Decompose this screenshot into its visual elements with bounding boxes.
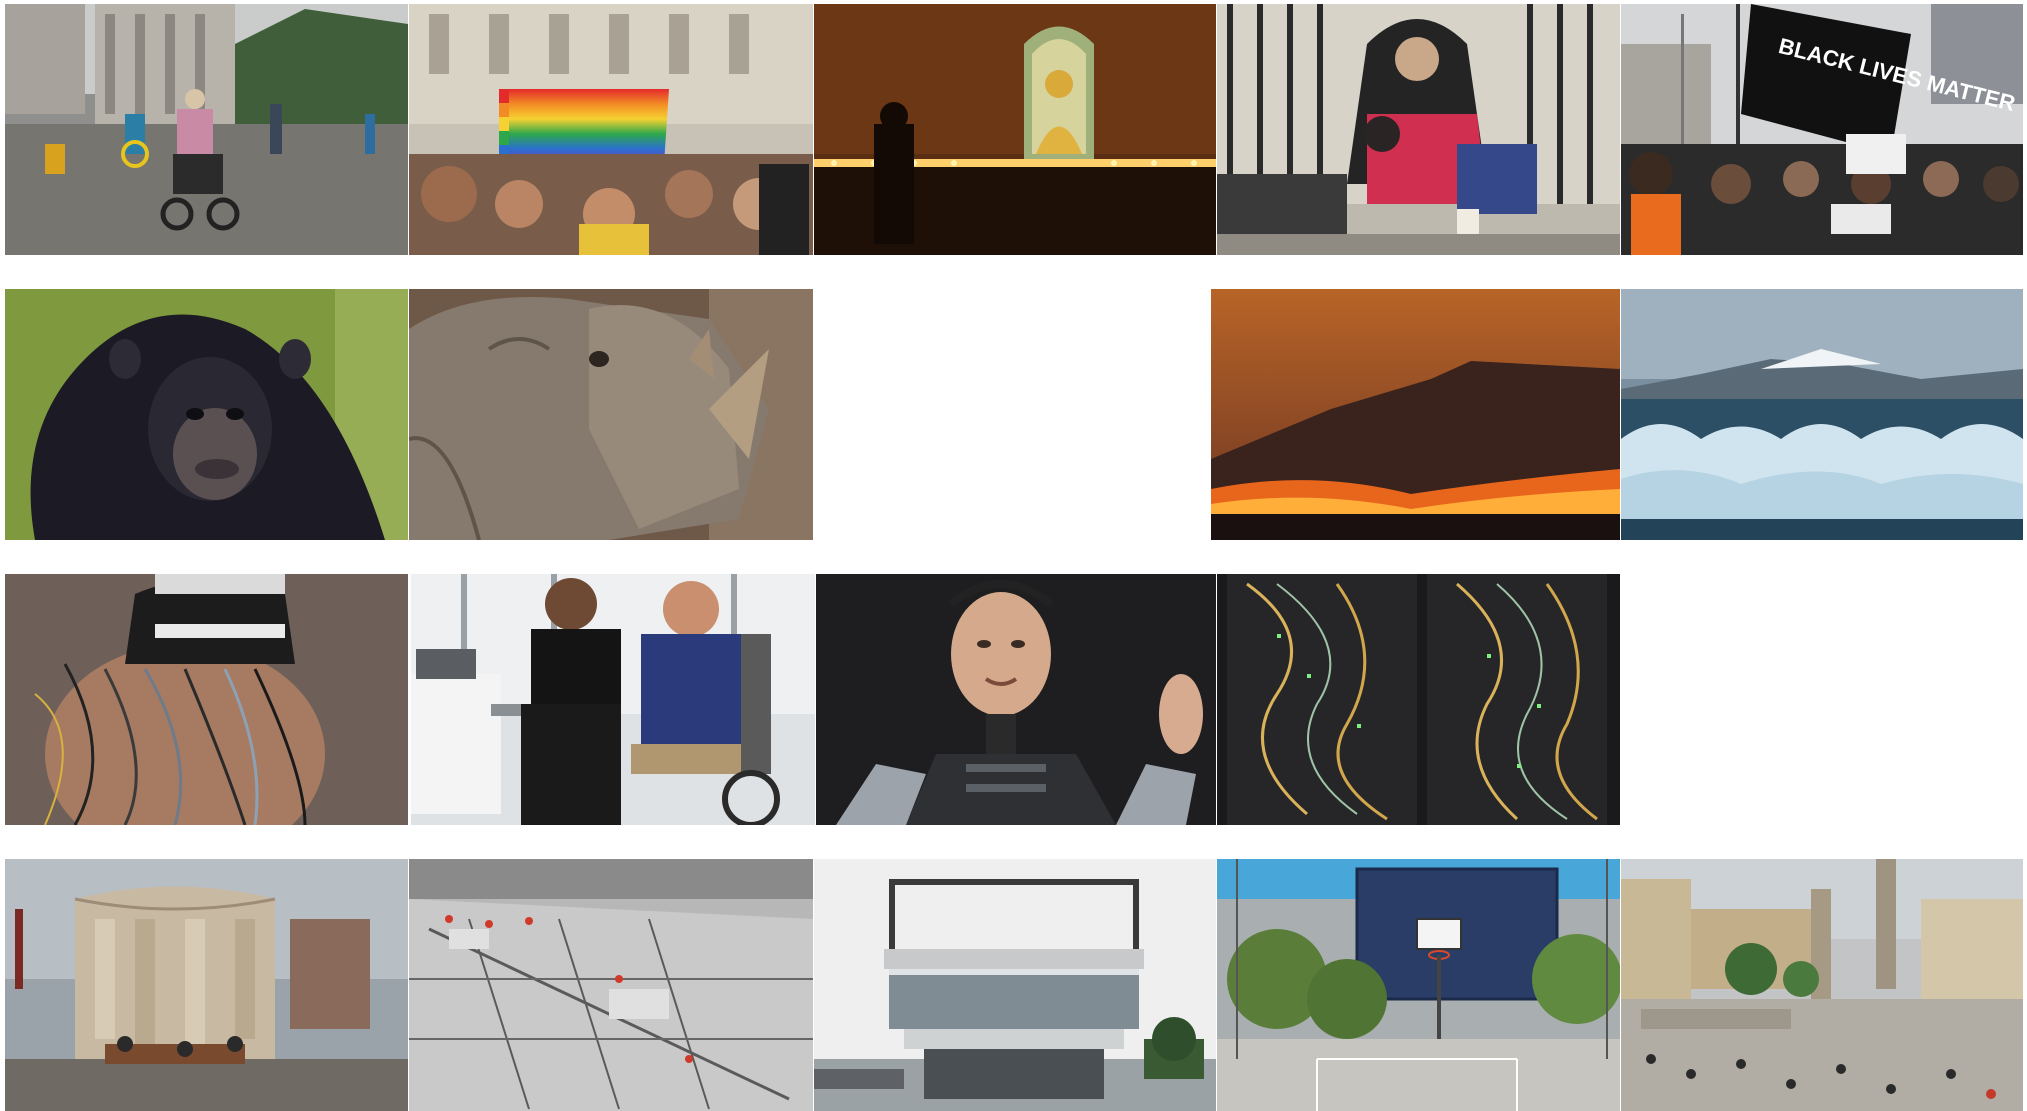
server-racks-photo-icon (1217, 574, 1620, 825)
wildfire-mountain-photo-icon (1211, 289, 1620, 540)
blm-protest-photo-icon: BLACK LIVES MATTER (1621, 4, 2023, 255)
gallery-tile-basketball-court[interactable] (1217, 859, 1620, 1111)
gallery-tile-humanoid-robot[interactable] (816, 574, 1216, 825)
image-gallery-grid: BLACK LIVES MATTER (0, 0, 2027, 1111)
gallery-tile-modern-building[interactable] (814, 859, 1216, 1111)
gallery-tile-buddha-shrine[interactable] (814, 4, 1216, 255)
gallery-tile-pride-crowd[interactable] (409, 4, 813, 255)
gallery-tile-homeless-dog[interactable] (1217, 4, 1620, 255)
chimpanzee-photo-icon (5, 289, 408, 540)
rhino-photo-icon (409, 289, 813, 540)
gallery-tile-trafalgar-square[interactable] (1621, 859, 2023, 1111)
gallery-tile-blm-protest[interactable]: BLACK LIVES MATTER (1621, 4, 2023, 255)
basketball-court-photo-icon (1217, 859, 1620, 1111)
pride-crowd-photo-icon (409, 4, 813, 255)
construction-aerial-photo-icon (409, 859, 813, 1111)
homeless-dog-photo-icon (1217, 4, 1620, 255)
glacier-icebergs-photo-icon (1621, 289, 2023, 540)
gallery-tile-vr-wires[interactable] (5, 574, 408, 825)
trafalgar-square-photo-icon (1621, 859, 2023, 1111)
vr-headset-wires-photo-icon (5, 574, 408, 825)
gallery-tile-wheelchair-street[interactable] (5, 4, 408, 255)
gallery-tile-cylindrical-pavilion[interactable] (5, 859, 408, 1111)
humanoid-robot-photo-icon (816, 574, 1216, 825)
buddha-shrine-photo-icon (814, 4, 1216, 255)
gallery-tile-server-racks[interactable] (1217, 574, 1620, 825)
gallery-tile-wildfire-mountain[interactable] (1211, 289, 1620, 540)
cylindrical-pavilion-photo-icon (5, 859, 408, 1111)
prosthetic-arm-office-photo-icon (411, 574, 815, 825)
wheelchair-street-photo-icon (5, 4, 408, 255)
gallery-tile-glacier[interactable] (1621, 289, 2023, 540)
gallery-tile-rhino[interactable] (409, 289, 813, 540)
gallery-tile-prosthetic-office[interactable] (411, 574, 815, 825)
gallery-tile-construction-aerial[interactable] (409, 859, 813, 1111)
modern-building-photo-icon (814, 859, 1216, 1111)
gallery-tile-chimpanzee[interactable] (5, 289, 408, 540)
